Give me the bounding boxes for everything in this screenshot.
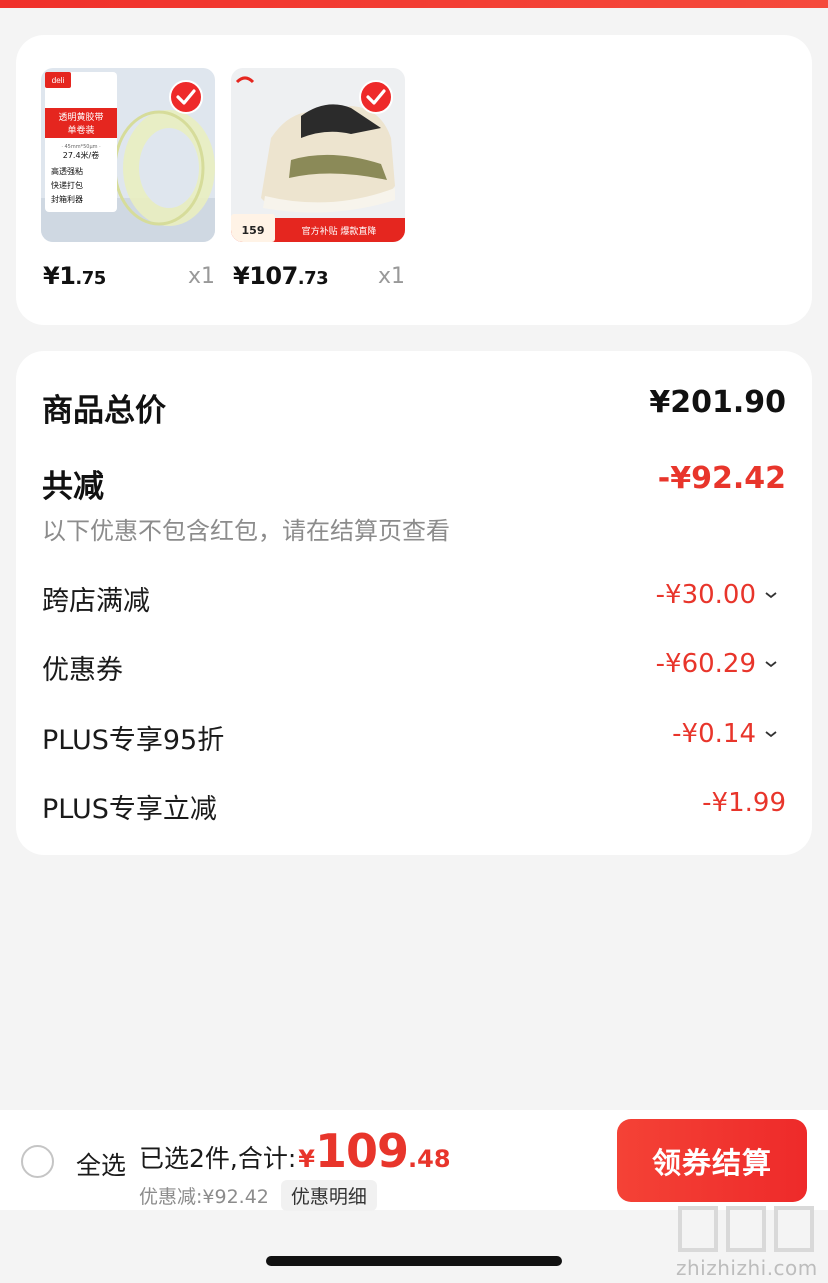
tape-image-line-5: 高透强粘 — [51, 166, 83, 176]
selected-count-label: 已选2件,合计: — [139, 1144, 297, 1173]
deli-logo-text: deli — [52, 76, 65, 85]
total-price-label: 商品总价 — [42, 393, 166, 429]
product-item-tape[interactable]: deli 透明黄胶带 单卷装 · 45mm*50μm · 27.4米/卷 高透强… — [41, 68, 215, 290]
chevron-down-icon[interactable] — [764, 657, 778, 671]
product-quantity: x1 — [377, 264, 405, 289]
discount-value: -¥60.29 — [656, 649, 778, 679]
discount-value: -¥1.99 — [702, 788, 786, 818]
product-price: ¥1.75 — [43, 262, 106, 290]
saved-amount: 优惠减:¥92.42 — [139, 1186, 269, 1208]
tape-image-line-3: · 45mm*50μm · — [61, 144, 101, 150]
total-price-value: ¥201.90 — [649, 385, 786, 420]
tape-image-line-2: 单卷装 — [67, 124, 94, 136]
price-summary-card: 商品总价 ¥201.90 共减 -¥92.42 以下优惠不包含红包，请在结算页查… — [16, 351, 812, 855]
discount-label: PLUS专享立减 — [42, 794, 217, 825]
chevron-down-icon[interactable] — [764, 727, 778, 741]
product-price: ¥107.73 — [233, 262, 329, 290]
product-image-tape[interactable]: deli 透明黄胶带 单卷装 · 45mm*50μm · 27.4米/卷 高透强… — [41, 68, 215, 242]
discount-label: PLUS专享95折 — [42, 725, 225, 756]
total-reduce-value: -¥92.42 — [657, 461, 786, 496]
tape-image-line-4: 27.4米/卷 — [63, 150, 100, 160]
discount-note: 以下优惠不包含红包，请在结算页查看 — [42, 517, 450, 545]
discount-value: -¥30.00 — [656, 580, 778, 610]
total-price-row: 商品总价 ¥201.90 — [42, 385, 786, 430]
total-reduce-row: 共减 -¥92.42 — [42, 461, 786, 506]
selected-products-card: deli 透明黄胶带 单卷装 · 45mm*50μm · 27.4米/卷 高透强… — [16, 35, 812, 325]
total-currency: ¥ — [298, 1145, 315, 1173]
tape-image-line-7: 封箱利器 — [51, 194, 83, 204]
discount-detail-button[interactable]: 优惠明细 — [280, 1180, 377, 1211]
home-indicator — [266, 1256, 562, 1266]
product-quantity: x1 — [187, 264, 215, 289]
total-amount-int: 109 — [314, 1124, 409, 1178]
watermark-logo: zhizhizhi.com — [676, 1200, 818, 1280]
discount-row-coupon[interactable]: 优惠券 -¥60.29 — [42, 648, 786, 687]
total-reduce-label: 共减 — [42, 469, 104, 505]
top-accent-bar — [0, 0, 828, 8]
saved-line: 优惠减:¥92.42 优惠明细 — [139, 1180, 377, 1211]
select-all-radio[interactable] — [21, 1145, 54, 1178]
select-all-label[interactable]: 全选 — [76, 1146, 126, 1182]
product-image-shoe[interactable]: 159 官方补贴 爆款直降 — [231, 68, 405, 242]
discount-row-plus-95[interactable]: PLUS专享95折 -¥0.14 — [42, 718, 786, 757]
checkout-button[interactable]: 领券结算 — [617, 1119, 807, 1202]
chevron-down-icon[interactable] — [764, 588, 778, 602]
selected-check-icon[interactable] — [169, 80, 203, 114]
tape-image-line-6: 快递打包 — [51, 180, 83, 190]
discount-row-plus-instant: PLUS专享立减 -¥1.99 — [42, 787, 786, 826]
watermark-text: zhizhizhi.com — [676, 1256, 818, 1280]
discount-label: 优惠券 — [42, 655, 123, 686]
shoe-banner-text: 官方补贴 爆款直降 — [302, 225, 377, 237]
shoe-tag-price: 159 — [242, 224, 265, 237]
checkout-bar: 全选 已选2件,合计: ¥ 109 .48 优惠减:¥92.42 优惠明细 领券… — [0, 1110, 828, 1211]
discount-value: -¥0.14 — [672, 719, 778, 749]
watermark-glyph-icon — [678, 1206, 814, 1252]
product-item-shoe[interactable]: 159 官方补贴 爆款直降 ¥107.73 x1 — [231, 68, 405, 290]
total-amount-dec: .48 — [408, 1145, 451, 1173]
selected-total: 已选2件,合计: ¥ 109 .48 — [139, 1124, 451, 1178]
discount-row-cross-store[interactable]: 跨店满减 -¥30.00 — [42, 579, 786, 618]
discount-label: 跨店满减 — [42, 586, 150, 617]
tape-image-line-1: 透明黄胶带 — [58, 111, 103, 123]
selected-check-icon[interactable] — [359, 80, 393, 114]
